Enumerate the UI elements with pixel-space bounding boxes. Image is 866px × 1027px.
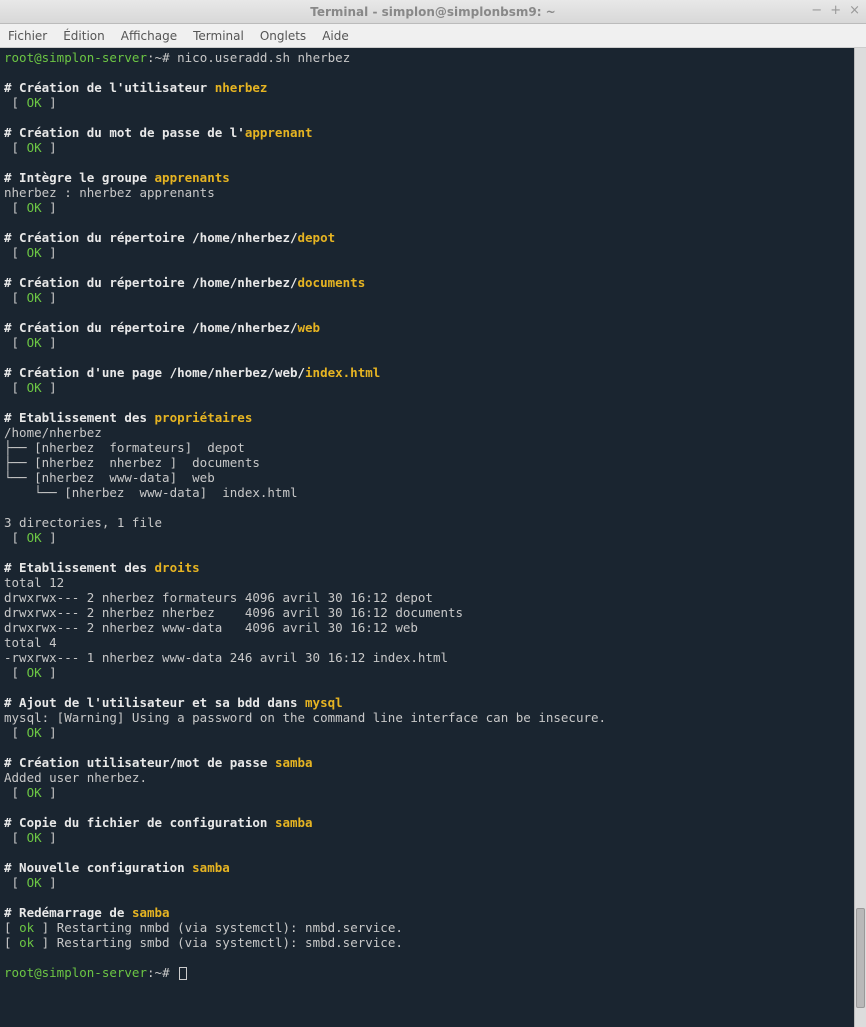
menubar: Fichier Édition Affichage Terminal Ongle…	[0, 24, 866, 48]
status-ok: OK	[27, 290, 42, 305]
restart-line: Restarting smbd (via systemctl): smbd.se…	[57, 935, 403, 950]
ls-line: total 12	[4, 575, 64, 590]
terminal-window: Terminal - simplon@simplonbsm9: ~ − + × …	[0, 0, 866, 1027]
mysql-warning: mysql: [Warning] Using a password on the…	[4, 710, 606, 725]
terminal-wrap: root@simplon-server:~# nico.useradd.sh n…	[0, 48, 866, 1027]
close-button[interactable]: ×	[849, 3, 860, 18]
prompt-host: root@simplon-server	[4, 965, 147, 980]
status-ok: OK	[27, 665, 42, 680]
section-header: # Création du répertoire /home/nherbez/	[4, 320, 298, 335]
status-ok: OK	[27, 830, 42, 845]
status-ok: OK	[27, 725, 42, 740]
restart-line: Restarting nmbd (via systemctl): nmbd.se…	[57, 920, 403, 935]
section-header: # Etablissement des	[4, 560, 155, 575]
section-header: # Création du mot de passe de l'	[4, 125, 245, 140]
titlebar[interactable]: Terminal - simplon@simplonbsm9: ~ − + ×	[0, 0, 866, 24]
menu-view[interactable]: Affichage	[121, 29, 177, 43]
status-ok: OK	[27, 200, 42, 215]
minimize-button[interactable]: −	[811, 3, 822, 18]
prompt-cwd: ~	[155, 50, 163, 65]
menu-edit[interactable]: Édition	[63, 29, 105, 43]
section-header: # Création d'une page /home/nherbez/web/	[4, 365, 305, 380]
section-header: # Création de l'utilisateur	[4, 80, 215, 95]
status-ok: ok	[19, 920, 34, 935]
scrollbar-thumb[interactable]	[856, 908, 865, 1008]
ls-line: total 4	[4, 635, 57, 650]
owners-path: /home/nherbez	[4, 425, 102, 440]
status-ok: OK	[27, 95, 42, 110]
cursor	[179, 967, 187, 980]
section-header: # Nouvelle configuration	[4, 860, 192, 875]
ls-line: drwxrwx--- 2 nherbez www-data 4096 avril…	[4, 620, 418, 635]
status-ok: OK	[27, 530, 42, 545]
window-controls: − + ×	[811, 3, 860, 18]
menu-help[interactable]: Aide	[322, 29, 349, 43]
status-ok: OK	[27, 380, 42, 395]
prompt-cwd: ~	[155, 965, 163, 980]
menu-tabs[interactable]: Onglets	[260, 29, 306, 43]
prompt-symbol: #	[162, 965, 170, 980]
tree-line: ├── [nherbez nherbez ] documents	[4, 455, 260, 470]
menu-file[interactable]: Fichier	[8, 29, 47, 43]
status-ok: OK	[27, 140, 42, 155]
samba-added: Added user nherbez.	[4, 770, 147, 785]
section-header: # Intègre le groupe	[4, 170, 155, 185]
group-detail: nherbez : nherbez apprenants	[4, 185, 215, 200]
scrollbar[interactable]	[854, 48, 866, 1027]
terminal-output[interactable]: root@simplon-server:~# nico.useradd.sh n…	[0, 48, 854, 1027]
status-ok: OK	[27, 875, 42, 890]
section-header: # Création du répertoire /home/nherbez/	[4, 230, 298, 245]
maximize-button[interactable]: +	[830, 3, 841, 18]
ls-line: drwxrwx--- 2 nherbez nherbez 4096 avril …	[4, 605, 463, 620]
section-header: # Copie du fichier de configuration	[4, 815, 275, 830]
tree-summary: 3 directories, 1 file	[4, 515, 162, 530]
prompt-command: nico.useradd.sh nherbez	[177, 50, 350, 65]
section-header: # Ajout de l'utilisateur et sa bdd dans	[4, 695, 305, 710]
section-header: # Création utilisateur/mot de passe	[4, 755, 275, 770]
tree-line: └── [nherbez www-data] web	[4, 470, 215, 485]
menu-terminal[interactable]: Terminal	[193, 29, 244, 43]
ls-line: -rwxrwx--- 1 nherbez www-data 246 avril …	[4, 650, 448, 665]
section-header: # Redémarrage de	[4, 905, 132, 920]
ls-line: drwxrwx--- 2 nherbez formateurs 4096 avr…	[4, 590, 433, 605]
section-header: # Etablissement des	[4, 410, 155, 425]
status-ok: OK	[27, 335, 42, 350]
tree-line: └── [nherbez www-data] index.html	[4, 485, 298, 500]
status-ok: ok	[19, 935, 34, 950]
status-ok: OK	[27, 785, 42, 800]
section-header: # Création du répertoire /home/nherbez/	[4, 275, 298, 290]
prompt-symbol: #	[162, 50, 170, 65]
status-ok: OK	[27, 245, 42, 260]
prompt-host: root@simplon-server	[4, 50, 147, 65]
tree-line: ├── [nherbez formateurs] depot	[4, 440, 245, 455]
window-title: Terminal - simplon@simplonbsm9: ~	[310, 5, 555, 19]
